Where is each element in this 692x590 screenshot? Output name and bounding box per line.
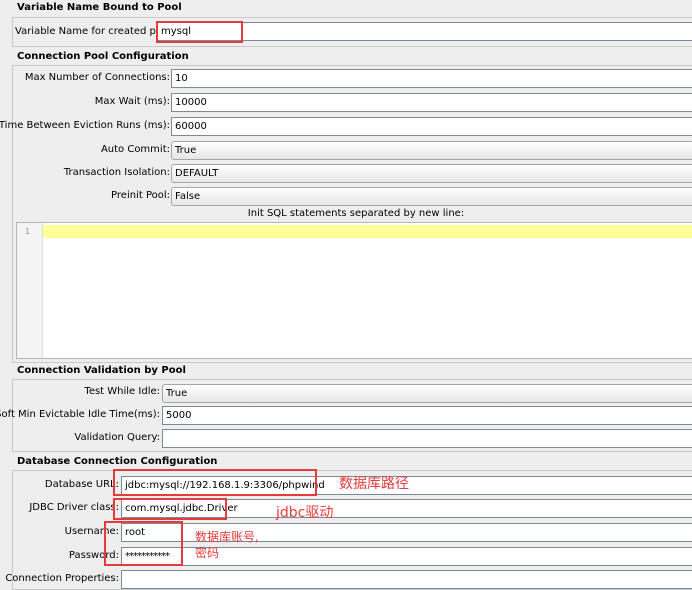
jdbc-driver-highlight	[113, 498, 227, 520]
current-line-highlight	[43, 225, 692, 238]
variable-name-label: Variable Name for created pool:	[15, 26, 175, 37]
driver-annotation: jdbc驱动	[276, 505, 334, 521]
test-idle-label: Test While Idle:	[84, 386, 160, 397]
init-sql-editor[interactable]: 1	[16, 222, 692, 359]
db-section-title: Database Connection Configuration	[17, 456, 218, 467]
jdbc-driver-label: JDBC Driver class:	[29, 502, 119, 513]
account-annotation-line1: 数据库账号,	[195, 530, 259, 544]
account-annotation-line2: 密码	[195, 546, 220, 560]
database-url-highlight	[113, 469, 317, 496]
max-wait-field[interactable]: 10000	[171, 93, 692, 112]
variable-name-highlight	[156, 21, 243, 43]
line-number-gutter: 1	[17, 223, 43, 358]
line-number: 1	[25, 227, 31, 236]
max-connections-field[interactable]: 10	[171, 69, 692, 88]
variable-section-title: Variable Name Bound to Pool	[17, 2, 182, 13]
validation-section-title: Connection Validation by Pool	[17, 365, 186, 376]
auto-commit-label: Auto Commit:	[100, 144, 170, 155]
soft-min-field[interactable]: 5000	[162, 406, 692, 425]
max-wait-label: Max Wait (ms):	[94, 96, 170, 107]
test-idle-select[interactable]: True	[162, 384, 692, 403]
eviction-label: Time Between Eviction Runs (ms):	[0, 120, 170, 131]
isolation-select[interactable]: DEFAULT	[171, 164, 692, 183]
preinit-label: Preinit Pool:	[111, 190, 170, 201]
connection-properties-label: Connection Properties:	[5, 573, 119, 584]
pool-section-title: Connection Pool Configuration	[17, 51, 189, 62]
init-sql-label: Init SQL statements separated by new lin…	[247, 208, 465, 219]
validation-query-field[interactable]	[162, 429, 692, 448]
auto-commit-select[interactable]: True	[171, 141, 692, 160]
max-connections-label: Max Number of Connections:	[24, 72, 170, 83]
eviction-field[interactable]: 60000	[171, 117, 692, 136]
isolation-label: Transaction Isolation:	[63, 167, 170, 178]
database-url-label: Database URL:	[44, 479, 119, 490]
url-annotation: 数据库路径	[339, 476, 409, 492]
connection-properties-field[interactable]	[121, 570, 692, 589]
soft-min-label: Soft Min Evictable Idle Time(ms):	[0, 409, 160, 420]
credentials-highlight	[104, 521, 183, 566]
preinit-select[interactable]: False	[171, 187, 692, 206]
validation-query-label: Validation Query:	[74, 432, 160, 443]
